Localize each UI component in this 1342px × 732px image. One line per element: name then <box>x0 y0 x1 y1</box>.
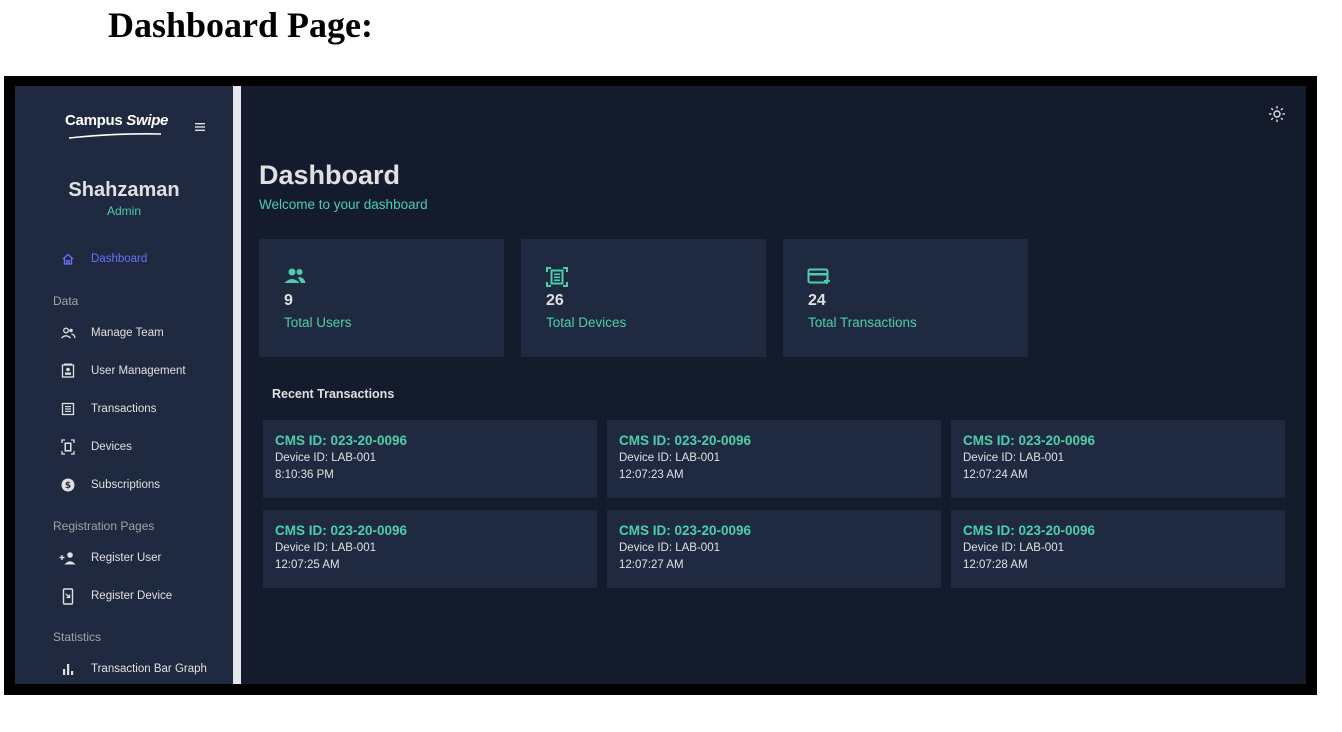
sidebar-item-user-management[interactable]: User Management <box>55 358 186 384</box>
credit-card-add-icon <box>807 268 830 284</box>
sidebar-item-transaction-bar-graph[interactable]: Transaction Bar Graph <box>55 656 207 682</box>
sidebar-item-label: Register User <box>91 552 162 564</box>
sun-icon[interactable] <box>1268 105 1286 123</box>
transaction-time: 12:07:27 AM <box>619 559 684 571</box>
stat-card-total-users: 9 Total Users <box>259 239 504 357</box>
sidebar-section-data: Data <box>53 294 79 308</box>
page-title: Dashboard <box>259 160 401 190</box>
transaction-cms-id: CMS ID: 023-20-0096 <box>275 433 408 448</box>
sidebar-item-label: Register Device <box>91 590 173 602</box>
stat-label: Total Users <box>284 315 352 330</box>
app-window: Campus Swipe Shahzaman Admin Dashboard D… <box>15 86 1306 684</box>
stat-card-total-transactions: 24 Total Transactions <box>783 239 1028 357</box>
sidebar-divider <box>233 86 241 684</box>
transaction-device-id: Device ID: LAB-001 <box>619 542 720 554</box>
receipt-list-icon <box>55 399 81 419</box>
transaction-time: 12:07:24 AM <box>963 469 1028 481</box>
people-icon <box>284 268 306 283</box>
transaction-cms-id: CMS ID: 023-20-0096 <box>275 523 408 538</box>
hamburger-menu-icon[interactable] <box>193 120 207 134</box>
person-add-icon <box>55 548 81 568</box>
transaction-card[interactable]: CMS ID: 023-20-0096 Device ID: LAB-001 1… <box>951 510 1285 588</box>
transaction-time: 12:07:25 AM <box>275 559 340 571</box>
sidebar-section-statistics: Statistics <box>53 630 102 644</box>
screenshot-frame: Campus Swipe Shahzaman Admin Dashboard D… <box>4 76 1317 695</box>
transaction-card[interactable]: CMS ID: 023-20-0096 Device ID: LAB-001 1… <box>951 420 1285 498</box>
transaction-card[interactable]: CMS ID: 023-20-0096 Device ID: LAB-001 1… <box>607 420 941 498</box>
sidebar-item-manage-team[interactable]: Manage Team <box>55 320 164 346</box>
logo-swoosh-icon <box>69 133 161 139</box>
people-icon <box>55 323 81 343</box>
transaction-time: 8:10:36 PM <box>275 469 334 481</box>
stat-label: Total Transactions <box>808 315 917 330</box>
sidebar-item-transactions[interactable]: Transactions <box>55 396 156 422</box>
brand-logo-campus: Campus <box>65 112 127 129</box>
sidebar-item-label: Transactions <box>91 403 157 415</box>
transaction-device-id: Device ID: LAB-001 <box>275 452 376 464</box>
svg-text:$: $ <box>65 481 71 491</box>
bar-chart-icon <box>55 659 81 679</box>
stat-value: 26 <box>546 292 564 309</box>
home-icon <box>55 249 81 269</box>
main-content: Dashboard Welcome to your dashboard 9 To… <box>241 86 1306 684</box>
dollar-coin-icon: $ <box>55 475 81 495</box>
device-scan-icon <box>55 437 81 457</box>
transaction-cms-id: CMS ID: 023-20-0096 <box>619 433 752 448</box>
sidebar-item-label: Dashboard <box>91 253 148 265</box>
transaction-device-id: Device ID: LAB-001 <box>275 542 376 554</box>
transaction-cms-id: CMS ID: 023-20-0096 <box>963 433 1096 448</box>
transaction-card[interactable]: CMS ID: 023-20-0096 Device ID: LAB-001 1… <box>607 510 941 588</box>
sidebar-item-label: Devices <box>91 441 132 453</box>
stat-value: 9 <box>284 292 293 309</box>
transaction-card[interactable]: CMS ID: 023-20-0096 Device ID: LAB-001 1… <box>263 510 597 588</box>
device-scan-icon <box>546 267 568 287</box>
recent-transactions-title: Recent Transactions <box>272 387 395 401</box>
profile-name: Shahzaman <box>68 179 180 201</box>
sidebar-item-devices[interactable]: Devices <box>55 434 132 460</box>
sidebar: Campus Swipe Shahzaman Admin Dashboard D… <box>15 86 233 684</box>
sidebar-item-label: Subscriptions <box>91 479 161 491</box>
transaction-time: 12:07:28 AM <box>963 559 1028 571</box>
sidebar-item-label: Transaction Bar Graph <box>91 663 207 675</box>
sidebar-item-subscriptions[interactable]: $ Subscriptions <box>55 472 160 498</box>
sidebar-item-register-device[interactable]: Register Device <box>55 583 172 609</box>
contact-card-icon <box>55 361 81 381</box>
sidebar-item-label: User Management <box>91 365 186 377</box>
register-device-icon <box>55 586 81 606</box>
page-subtitle: Welcome to your dashboard <box>259 197 428 212</box>
transaction-card[interactable]: CMS ID: 023-20-0096 Device ID: LAB-001 8… <box>263 420 597 498</box>
transaction-cms-id: CMS ID: 023-20-0096 <box>963 523 1096 538</box>
transaction-device-id: Device ID: LAB-001 <box>963 452 1064 464</box>
transaction-device-id: Device ID: LAB-001 <box>619 452 720 464</box>
profile-role: Admin <box>106 204 141 218</box>
stat-value: 24 <box>808 292 826 309</box>
transaction-cms-id: CMS ID: 023-20-0096 <box>619 523 752 538</box>
transaction-time: 12:07:23 AM <box>619 469 684 481</box>
sidebar-section-registration: Registration Pages <box>53 519 155 533</box>
sidebar-item-dashboard[interactable]: Dashboard <box>55 246 147 272</box>
stat-card-total-devices: 26 Total Devices <box>521 239 766 357</box>
stat-label: Total Devices <box>546 315 627 330</box>
document-heading: Dashboard Page: <box>108 5 374 45</box>
transaction-device-id: Device ID: LAB-001 <box>963 542 1064 554</box>
brand-logo[interactable]: Campus Swipe <box>65 112 168 129</box>
sidebar-item-register-user[interactable]: Register User <box>55 545 161 571</box>
sidebar-item-label: Manage Team <box>91 327 164 339</box>
brand-logo-swipe: Swipe <box>126 112 169 129</box>
